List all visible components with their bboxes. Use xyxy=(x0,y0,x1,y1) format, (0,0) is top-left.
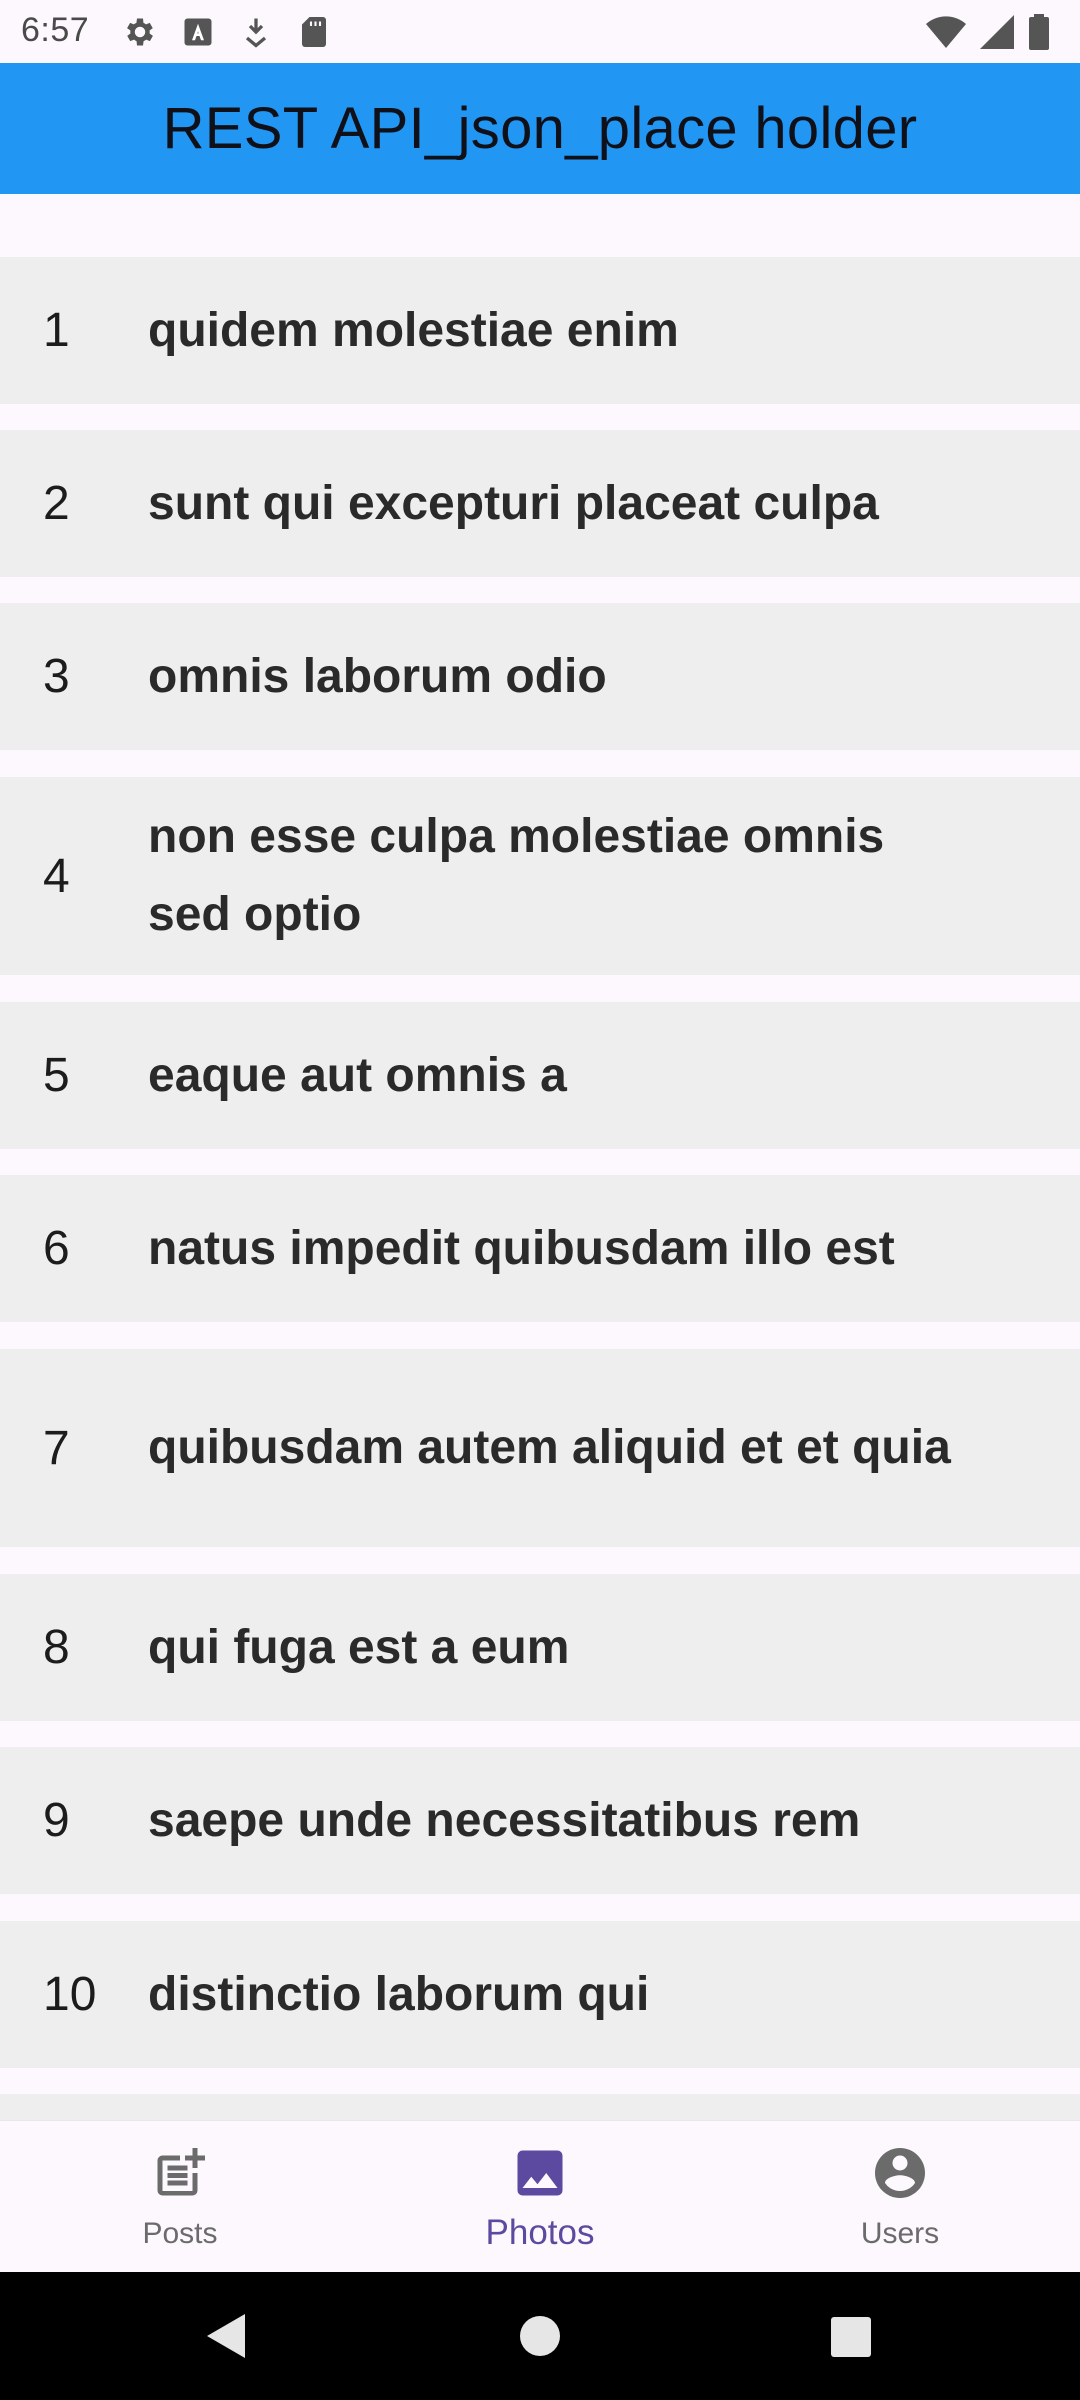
status-time: 6:57 xyxy=(21,11,90,49)
item-id: 7 xyxy=(43,1421,70,1475)
list-item[interactable]: 3 omnis laborum odio xyxy=(0,603,1080,750)
nav-item-users[interactable]: Users xyxy=(720,2121,1080,2273)
wifi-icon xyxy=(926,15,966,49)
item-id: 10 xyxy=(43,1968,97,2021)
item-id: 3 xyxy=(43,650,70,703)
item-title: non esse culpa molestiae omnis sed optio xyxy=(148,810,885,941)
list-item[interactable]: 2 sunt qui excepturi placeat culpa xyxy=(0,430,1080,577)
post-add-icon xyxy=(157,2148,205,2196)
nav-item-posts[interactable]: Posts xyxy=(0,2121,360,2273)
recents-icon[interactable] xyxy=(830,2316,872,2358)
list-item[interactable]: 7 quibusdam autem aliquid et et quia xyxy=(0,1349,1080,1547)
item-title: sunt qui excepturi placeat culpa xyxy=(148,476,879,530)
status-bar: 6:57 xyxy=(0,0,1080,63)
list-item[interactable]: 10 distinctio laborum qui xyxy=(0,1921,1080,2068)
item-id: 5 xyxy=(43,1049,70,1102)
item-title: omnis laborum odio xyxy=(148,649,607,703)
item-id: 2 xyxy=(43,477,70,530)
battery-icon xyxy=(1028,14,1050,50)
item-title: natus impedit quibusdam illo est xyxy=(148,1221,895,1275)
item-title: qui fuga est a eum xyxy=(148,1620,570,1674)
download-arrow-icon xyxy=(238,14,274,50)
list-item[interactable]: 6 natus impedit quibusdam illo est xyxy=(0,1175,1080,1322)
status-icons-right xyxy=(926,14,1050,50)
gear-icon xyxy=(122,14,158,50)
cell-signal-icon xyxy=(980,15,1014,49)
nav-label-posts: Posts xyxy=(142,2217,218,2250)
item-title: quibusdam autem aliquid et et quia xyxy=(148,1421,951,1474)
list-item[interactable]: 1 quidem molestiae enim xyxy=(0,257,1080,404)
image-icon xyxy=(517,2150,563,2196)
status-icons-left xyxy=(122,14,332,50)
item-id: 6 xyxy=(43,1222,70,1275)
app-bar: REST API_json_place holder xyxy=(0,63,1080,194)
nav-label-photos: Photos xyxy=(485,2213,595,2252)
item-id: 8 xyxy=(43,1621,70,1674)
back-icon[interactable] xyxy=(203,2312,247,2360)
item-id: 1 xyxy=(43,304,70,357)
list-item[interactable]: 4 non esse culpa molestiae omnis sed opt… xyxy=(0,777,1080,975)
item-id: 4 xyxy=(43,849,70,903)
home-icon[interactable] xyxy=(518,2314,562,2358)
list-item[interactable]: 9 saepe unde necessitatibus rem xyxy=(0,1747,1080,1894)
nav-label-users: Users xyxy=(860,2217,940,2250)
account-circle-icon xyxy=(875,2148,925,2198)
item-title: saepe unde necessitatibus rem xyxy=(148,1793,861,1847)
nav-item-photos[interactable]: Photos xyxy=(360,2121,720,2273)
bottom-navigation: Posts Photos Users xyxy=(0,2120,1080,2272)
app-title: REST API_json_place holder xyxy=(162,96,918,161)
screen: 6:57 REST API_json_place holder 1 quidem… xyxy=(0,0,1080,2400)
item-title: distinctio laborum qui xyxy=(148,1967,650,2021)
list-item[interactable]: 5 eaque aut omnis a xyxy=(0,1002,1080,1149)
item-id: 9 xyxy=(43,1794,70,1847)
sd-card-icon xyxy=(296,14,332,50)
font-a-icon xyxy=(180,14,216,50)
item-title: quidem molestiae enim xyxy=(148,303,679,357)
item-title: eaque aut omnis a xyxy=(148,1048,567,1102)
list-item[interactable]: 8 qui fuga est a eum xyxy=(0,1574,1080,1721)
system-navigation-bar xyxy=(0,2272,1080,2400)
